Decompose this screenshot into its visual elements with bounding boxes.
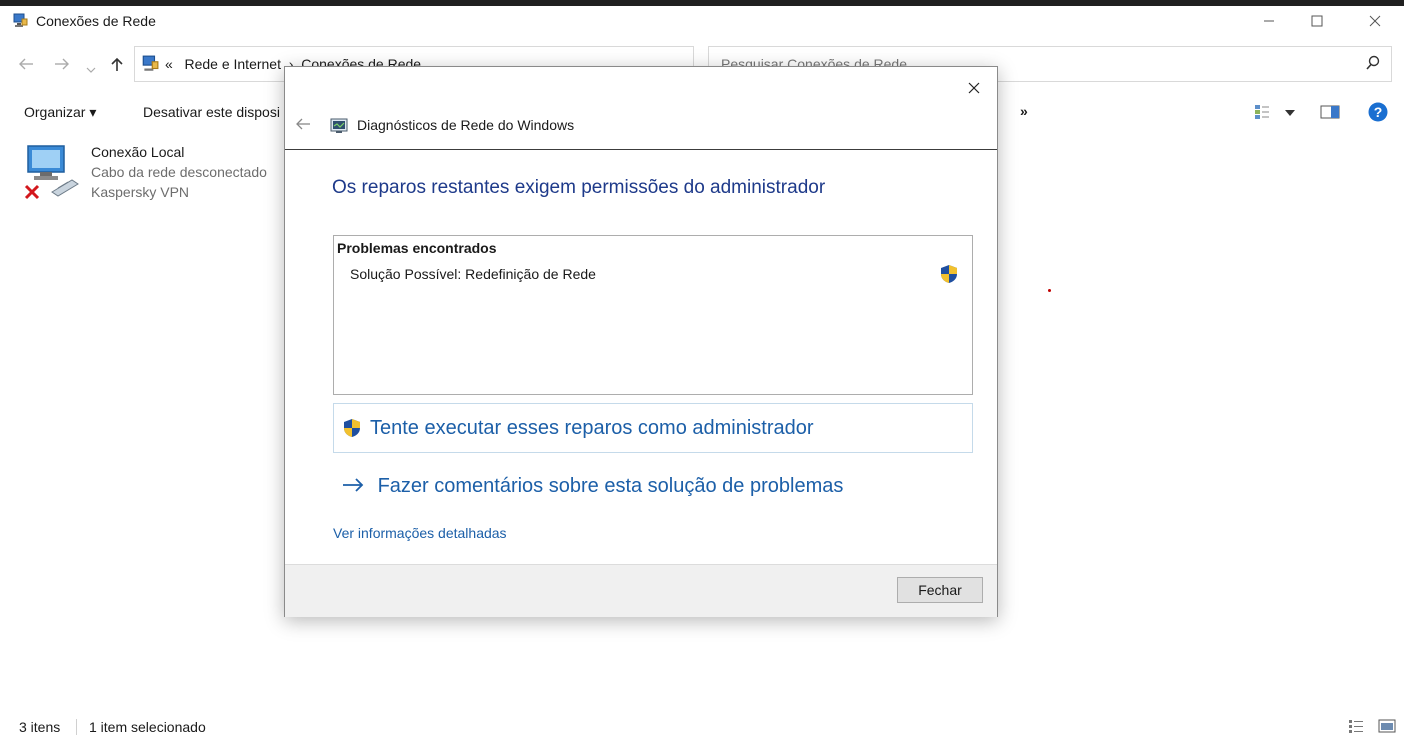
- dialog-title: Diagnósticos de Rede do Windows: [357, 117, 575, 133]
- view-details-link[interactable]: Ver informações detalhadas: [333, 525, 507, 541]
- dialog-close-button[interactable]: [963, 77, 985, 99]
- status-divider: [76, 719, 77, 735]
- maximize-button[interactable]: [1294, 6, 1340, 36]
- dialog-footer: Fechar: [285, 564, 997, 617]
- connection-name: Conexão Local: [91, 144, 185, 160]
- up-button[interactable]: [110, 56, 124, 77]
- breadcrumb-overflow[interactable]: «: [165, 56, 173, 72]
- network-diagnostics-dialog: Diagnósticos de Rede do Windows Os repar…: [284, 66, 998, 617]
- network-connections-icon: [13, 13, 28, 27]
- close-icon: [968, 82, 980, 94]
- feedback-link[interactable]: Fazer comentários sobre esta solução de …: [342, 475, 843, 498]
- problems-found-panel: Problemas encontrados Solução Possível: …: [333, 235, 973, 395]
- back-arrow-icon: [296, 118, 310, 130]
- forward-arrow-icon: [55, 58, 69, 70]
- arrow-right-icon: [343, 478, 364, 492]
- up-arrow-icon: [111, 57, 123, 71]
- status-bar: 3 itens 1 item selecionado: [0, 712, 1404, 736]
- connection-status: Cabo da rede desconectado: [91, 164, 267, 180]
- disable-device-button[interactable]: Desativar este disposi: [143, 104, 280, 120]
- large-icons-view-icon[interactable]: [1378, 719, 1396, 733]
- diagnostics-icon: [330, 118, 348, 133]
- disconnected-x-icon: [24, 184, 40, 200]
- minimize-button[interactable]: [1246, 6, 1292, 36]
- connection-adapter: Kaspersky VPN: [91, 184, 190, 200]
- breadcrumb-rede-internet[interactable]: Rede e Internet: [184, 56, 281, 72]
- problems-header: Problemas encontrados: [337, 240, 497, 256]
- dialog-heading: Os reparos restantes exigem permissões d…: [332, 177, 826, 198]
- explorer-titlebar: Conexões de Rede: [0, 6, 1404, 38]
- chevron-down-icon: [86, 67, 96, 73]
- close-dialog-button[interactable]: Fechar: [897, 577, 983, 603]
- close-window-button[interactable]: [1352, 6, 1398, 36]
- problem-item: Solução Possível: Redefinição de Rede: [350, 266, 596, 282]
- dialog-header: Diagnósticos de Rede do Windows: [285, 107, 997, 150]
- uac-shield-icon: [941, 265, 957, 283]
- selected-count: 1 item selecionado: [89, 719, 206, 735]
- close-icon: [1369, 15, 1381, 27]
- dialog-back-button[interactable]: [295, 115, 311, 136]
- items-count: 3 itens: [19, 719, 61, 735]
- uac-shield-icon: [344, 419, 360, 437]
- preview-pane-icon[interactable]: [1320, 105, 1340, 119]
- run-as-admin-label[interactable]: Tente executar esses reparos como admini…: [370, 417, 814, 440]
- organize-button[interactable]: Organizar ▾: [24, 104, 96, 121]
- forward-button[interactable]: [54, 56, 70, 76]
- back-arrow-icon: [19, 58, 33, 70]
- search-icon[interactable]: [1365, 55, 1381, 71]
- minimize-icon: [1264, 20, 1274, 22]
- stray-mark: [1048, 289, 1051, 292]
- details-view-icon[interactable]: [1348, 719, 1364, 733]
- svg-text:?: ?: [1374, 104, 1383, 120]
- back-button[interactable]: [18, 56, 34, 76]
- help-icon[interactable]: ?: [1368, 102, 1388, 122]
- window-title: Conexões de Rede: [36, 13, 156, 29]
- chevron-down-icon[interactable]: [1285, 110, 1295, 116]
- change-view-icon[interactable]: [1254, 104, 1270, 120]
- feedback-label[interactable]: Fazer comentários sobre esta solução de …: [378, 475, 844, 497]
- list-item[interactable]: Conexão Local Cabo da rede desconectado …: [20, 140, 290, 204]
- network-connections-icon: [142, 55, 159, 71]
- recent-locations-button[interactable]: [86, 59, 96, 79]
- maximize-icon: [1311, 15, 1323, 27]
- run-as-admin-link[interactable]: Tente executar esses reparos como admini…: [333, 403, 973, 453]
- more-commands-button[interactable]: »: [1020, 103, 1028, 119]
